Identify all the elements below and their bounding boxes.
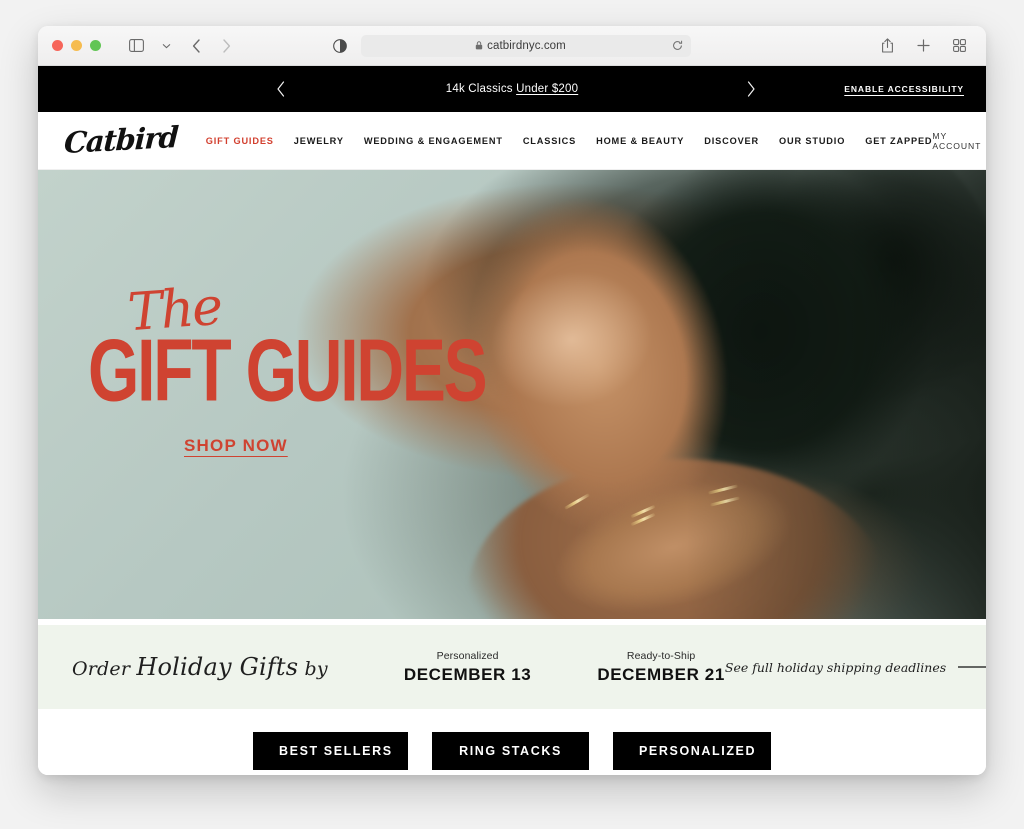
shipping-deadlines-text: See full holiday shipping deadlines [724,659,947,675]
site-header: Catbird GIFT GUIDES JEWELRY WEDDING & EN… [38,112,986,170]
nav-item-classics[interactable]: CLASSICS [523,136,576,146]
lock-icon [475,41,483,50]
holiday-shipping-band: Order Holiday Gifts by Personalized DECE… [38,625,986,709]
plus-icon[interactable] [910,34,936,58]
url-input[interactable]: catbirdnyc.com [361,34,691,57]
nav-item-jewelry[interactable]: JEWELRY [294,136,344,146]
deadline-personalized: Personalized DECEMBER 13 [404,650,532,685]
nav-item-discover[interactable]: DISCOVER [704,136,759,146]
deadline-date: DECEMBER 21 [597,664,725,684]
hero-banner[interactable]: The GIFT GUIDES SHOP NOW [38,170,986,619]
browser-window: catbirdnyc.com 14k Classics Under $200 E… [38,26,986,775]
holiday-band-headline: Order Holiday Gifts by [72,653,328,681]
back-arrow-icon[interactable] [183,34,209,58]
hero-photo-shadow [686,170,986,619]
announcement-next-button[interactable] [736,81,766,97]
window-traffic-lights [52,40,101,51]
nav-item-get-zapped[interactable]: GET ZAPPED [865,136,932,146]
personalized-button[interactable]: PERSONALIZED [613,732,771,770]
forward-arrow-icon[interactable] [213,34,239,58]
hero-shop-now-link[interactable]: SHOP NOW [184,436,288,456]
close-window-button[interactable] [52,40,63,51]
page-viewport: 14k Classics Under $200 ENABLE ACCESSIBI… [38,66,986,775]
browser-toolbar: catbirdnyc.com [38,26,986,66]
my-account-link[interactable]: MY ACCOUNT [932,131,981,151]
share-icon[interactable] [874,34,900,58]
navigation-controls [123,34,239,58]
shipping-deadlines-link[interactable]: See full holiday shipping deadlines [725,660,986,675]
chevron-down-icon[interactable] [153,34,179,58]
minimize-window-button[interactable] [71,40,82,51]
category-button-row: BEST SELLERS RING STACKS PERSONALIZED [38,709,986,775]
holiday-band-lead-out: by [298,658,328,680]
deadline-label: Ready-to-Ship [626,649,696,662]
announcement-bar: 14k Classics Under $200 ENABLE ACCESSIBI… [38,66,986,112]
site-logo[interactable]: Catbird [63,120,178,160]
announcement-text: 14k Classics [445,83,517,95]
deadline-label: Personalized [436,649,499,662]
zoom-window-button[interactable] [90,40,101,51]
nav-item-wedding-engagement[interactable]: WEDDING & ENGAGEMENT [364,136,503,146]
ring-stacks-button[interactable]: RING STACKS [432,732,589,770]
deadline-ready-to-ship: Ready-to-Ship DECEMBER 21 [597,650,725,685]
nav-item-our-studio[interactable]: OUR STUDIO [779,136,845,146]
holiday-band-lead-in: Order [72,658,137,680]
tab-overview-icon[interactable] [946,34,972,58]
deadline-date: DECEMBER 13 [403,664,532,684]
best-sellers-button[interactable]: BEST SELLERS [253,732,408,770]
reload-icon[interactable] [672,40,683,51]
url-text: catbirdnyc.com [487,39,566,52]
main-navigation: GIFT GUIDES JEWELRY WEDDING & ENGAGEMENT… [206,136,933,146]
long-right-arrow-icon [958,661,986,673]
hero-title: GIFT GUIDES [88,320,488,420]
reader-mode-icon[interactable] [333,38,347,53]
holiday-band-emphasis: Holiday Gifts [136,653,299,681]
announcement-link[interactable]: Under $200 [516,83,578,95]
nav-item-home-beauty[interactable]: HOME & BEAUTY [596,136,684,146]
sidebar-toggle-icon[interactable] [123,34,149,58]
nav-item-gift-guides[interactable]: GIFT GUIDES [206,136,274,146]
hero-copy: The GIFT GUIDES SHOP NOW [88,277,488,456]
toolbar-right-actions [874,34,972,58]
enable-accessibility-link[interactable]: ENABLE ACCESSIBILITY [844,84,964,94]
header-actions: MY ACCOUNT [932,131,986,151]
